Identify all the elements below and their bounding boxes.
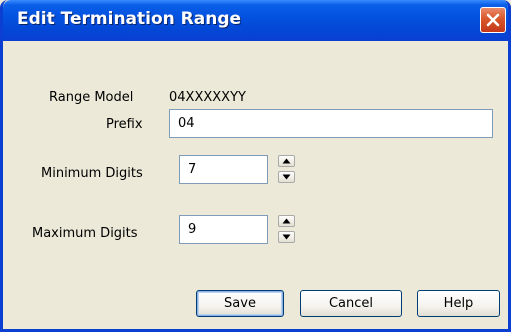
prefix-label: Prefix <box>106 117 143 132</box>
minimum-digits-label: Minimum Digits <box>41 166 143 181</box>
maximum-digits-decrement-button[interactable] <box>278 231 295 243</box>
save-button[interactable]: Save <box>196 290 284 317</box>
minimum-digits-decrement-button[interactable] <box>278 171 295 183</box>
maximum-digits-increment-button[interactable] <box>278 215 295 227</box>
minimum-digits-input[interactable] <box>179 155 268 184</box>
maximum-digits-input[interactable] <box>179 215 268 244</box>
range-model-label: Range Model <box>49 90 134 105</box>
cancel-button[interactable]: Cancel <box>300 290 402 317</box>
help-button[interactable]: Help <box>417 290 500 317</box>
close-button[interactable] <box>480 7 506 33</box>
range-model-value: 04XXXXXYY <box>169 90 246 105</box>
edit-termination-range-dialog: Edit Termination Range Range Model 04XXX… <box>0 0 511 332</box>
prefix-input[interactable] <box>169 109 493 138</box>
dialog-body: Range Model 04XXXXXYY Prefix Minimum Dig… <box>3 41 508 329</box>
minimum-digits-increment-button[interactable] <box>278 155 295 167</box>
dialog-title: Edit Termination Range <box>17 9 242 29</box>
title-bar[interactable]: Edit Termination Range <box>3 0 508 41</box>
maximum-digits-label: Maximum Digits <box>32 226 138 241</box>
